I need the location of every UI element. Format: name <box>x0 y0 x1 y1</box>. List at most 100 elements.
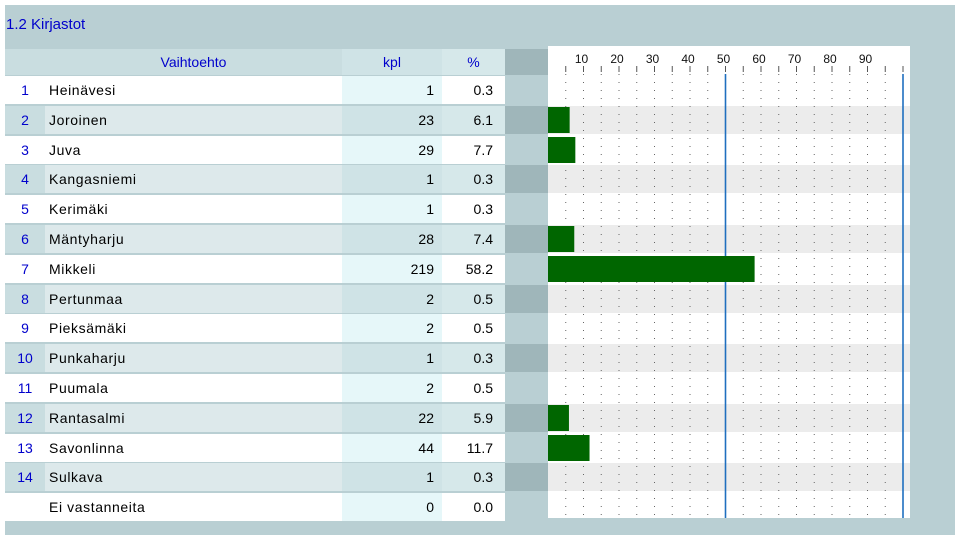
row-name: Kangasniemi <box>45 165 342 193</box>
chart-tick-label: 50 <box>717 52 731 66</box>
row-number <box>5 493 45 521</box>
row-count: 28 <box>342 225 442 253</box>
row-name: Kerimäki <box>45 195 342 223</box>
chart-row-band <box>548 434 910 462</box>
chart-row-band <box>548 136 910 164</box>
row-percent: 7.4 <box>442 225 505 253</box>
chart-row-band <box>548 344 910 372</box>
row-gap <box>505 374 548 402</box>
header-count: kpl <box>342 49 442 75</box>
header-gap <box>505 49 548 75</box>
row-gap <box>505 344 548 372</box>
row-gap <box>505 314 548 342</box>
row-count: 219 <box>342 255 442 283</box>
row-percent: 0.5 <box>442 314 505 342</box>
row-count: 22 <box>342 404 442 432</box>
row-percent: 0.3 <box>442 463 505 491</box>
bar-chart: 10 20 30 40 50 60 70 80 90 <box>548 46 910 523</box>
row-gap <box>505 165 548 193</box>
row-count: 44 <box>342 434 442 462</box>
row-percent: 0.3 <box>442 195 505 223</box>
row-name: Pieksämäki <box>45 314 342 342</box>
chart-row-band <box>548 106 910 134</box>
chart-bar <box>548 137 576 163</box>
chart-row-band <box>548 314 910 342</box>
row-name: Sulkava <box>45 463 342 491</box>
row-percent: 0.3 <box>442 344 505 372</box>
row-gap <box>505 434 548 462</box>
row-percent: 6.1 <box>442 106 505 134</box>
chart-tick-label: 80 <box>823 52 837 66</box>
row-name: Rantasalmi <box>45 404 342 432</box>
page-title: 1.2 Kirjastot <box>6 16 86 33</box>
header-percent: % <box>442 49 505 75</box>
row-percent: 0.0 <box>442 493 505 521</box>
row-name: Joroinen <box>45 106 342 134</box>
row-number: 1 <box>5 76 45 104</box>
row-count: 1 <box>342 463 442 491</box>
chart-bar <box>548 435 590 461</box>
row-name: Pertunmaa <box>45 285 342 313</box>
row-name: Mäntyharju <box>45 225 342 253</box>
row-number: 9 <box>5 314 45 342</box>
row-count: 1 <box>342 76 442 104</box>
row-percent: 5.9 <box>442 404 505 432</box>
row-name: Savonlinna <box>45 434 342 462</box>
row-gap <box>505 404 548 432</box>
chart-row-band <box>548 225 910 253</box>
chart-tick-label: 70 <box>788 52 802 66</box>
chart-bar <box>548 405 569 431</box>
chart-tick-label: 40 <box>681 52 695 66</box>
row-gap <box>505 76 548 104</box>
row-count: 2 <box>342 285 442 313</box>
row-number: 5 <box>5 195 45 223</box>
row-number: 2 <box>5 106 45 134</box>
row-gap <box>505 463 548 491</box>
row-count: 1 <box>342 165 442 193</box>
row-number: 6 <box>5 225 45 253</box>
row-number: 14 <box>5 463 45 491</box>
row-name: Punkaharju <box>45 344 342 372</box>
row-count: 1 <box>342 344 442 372</box>
row-name: Mikkeli <box>45 255 342 283</box>
row-gap <box>505 195 548 223</box>
chart-tick-label: 20 <box>610 52 624 66</box>
row-number: 3 <box>5 136 45 164</box>
chart-tick-label: 90 <box>859 52 873 66</box>
row-number: 10 <box>5 344 45 372</box>
row-gap <box>505 225 548 253</box>
bar-chart-svg: 10 20 30 40 50 60 70 80 90 <box>548 52 910 523</box>
row-percent: 11.7 <box>442 434 505 462</box>
chart-row-band <box>548 374 910 402</box>
header-num-cell <box>5 49 45 75</box>
row-count: 2 <box>342 314 442 342</box>
row-percent: 0.3 <box>442 76 505 104</box>
row-count: 1 <box>342 195 442 223</box>
header-option: Vaihtoehto <box>45 49 342 75</box>
row-count: 2 <box>342 374 442 402</box>
row-gap <box>505 255 548 283</box>
chart-bar <box>548 107 570 133</box>
chart-row-band <box>548 404 910 432</box>
row-percent: 0.5 <box>442 374 505 402</box>
row-percent: 0.3 <box>442 165 505 193</box>
row-percent: 58.2 <box>442 255 505 283</box>
chart-tick-label: 30 <box>646 52 660 66</box>
row-name: Ei vastanneita <box>45 493 342 521</box>
chart-bar <box>548 256 755 282</box>
row-number: 8 <box>5 285 45 313</box>
row-count: 29 <box>342 136 442 164</box>
row-count: 23 <box>342 106 442 134</box>
row-name: Juva <box>45 136 342 164</box>
row-number: 11 <box>5 374 45 402</box>
row-number: 7 <box>5 255 45 283</box>
row-gap <box>505 106 548 134</box>
chart-row-band <box>548 165 910 193</box>
chart-row-band <box>548 285 910 313</box>
chart-bar <box>548 226 575 252</box>
chart-tick-label: 10 <box>575 52 589 66</box>
chart-tick-label: 60 <box>752 52 766 66</box>
row-percent: 0.5 <box>442 285 505 313</box>
chart-row-band <box>548 76 910 104</box>
row-gap <box>505 285 548 313</box>
